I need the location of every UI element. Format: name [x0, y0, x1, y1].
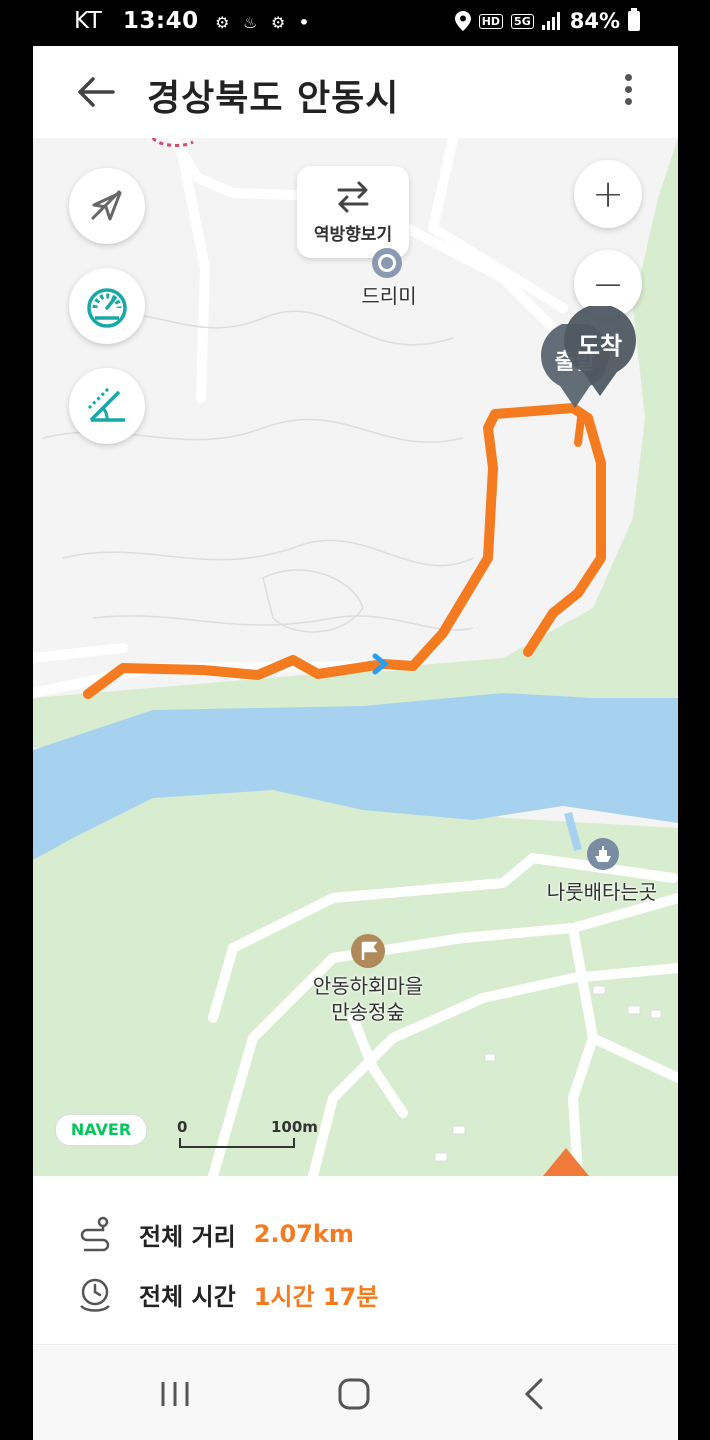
battery-level: 84%: [569, 9, 620, 33]
zoom-in-button[interactable]: +: [574, 160, 642, 228]
forest-flag-icon: [351, 934, 385, 968]
time-row: 전체 시간 1시간 17분: [75, 1274, 378, 1314]
poi-dreami-label[interactable]: 드리미: [351, 280, 427, 309]
slope-button[interactable]: [69, 368, 145, 444]
speedometer-icon: [87, 288, 127, 328]
poi-dreami-icon: [372, 248, 402, 278]
poi-ferry-label[interactable]: 나룻배타는곳: [537, 876, 667, 905]
status-right: HD 5G 84%: [454, 8, 640, 33]
poi-forest-label-line1[interactable]: 안동하회마을: [295, 970, 441, 999]
speed-gauge-button[interactable]: [69, 268, 145, 344]
time-value: 1시간 17분: [253, 1282, 379, 1311]
distance-value: 2.07km: [253, 1220, 354, 1248]
compass-off-button[interactable]: [69, 168, 145, 244]
scale-max: 100m: [271, 1118, 318, 1136]
ferry-icon: [587, 838, 619, 870]
distance-row: 전체 거리 2.07km: [75, 1214, 354, 1254]
hd-badge: HD: [478, 13, 504, 29]
system-nav-bar: [33, 1346, 678, 1440]
clock-icon: [80, 1278, 110, 1312]
scale-bar: [179, 1138, 295, 1148]
distance-label: 전체 거리: [139, 1222, 236, 1251]
page-title: 경상북도 안동시: [147, 78, 400, 119]
map-view[interactable]: 역방향보기 + − 출발 도착 드리미 나룻배타는곳: [33, 138, 678, 1176]
poi-forest-label-line2[interactable]: 만송정숲: [315, 996, 421, 1025]
app-header: 경상북도 안동시: [33, 46, 678, 139]
time-label: 전체 시간: [139, 1282, 236, 1311]
naver-logo: NAVER: [55, 1114, 147, 1146]
reverse-direction-button[interactable]: 역방향보기: [297, 166, 409, 258]
route-summary: 전체 거리 2.07km 전체 시간 1시간 17분: [33, 1176, 678, 1345]
app-screen: 경상북도 안동시 역방향보기 + − 도착 드리미 나룻배타는곳 안동하회마을 …: [33, 46, 678, 1440]
reverse-direction-label: 역방향보기: [313, 225, 393, 245]
battery-icon: [628, 8, 640, 31]
location-icon: [454, 11, 471, 31]
carrier-label: KT: [74, 8, 103, 34]
map-contours: [42, 310, 474, 633]
scale-zero: 0: [177, 1118, 188, 1136]
slope-angle-icon: [87, 386, 125, 422]
swap-arrows-icon: [337, 181, 369, 213]
home-icon[interactable]: [332, 1372, 376, 1416]
route-spur: [574, 414, 585, 447]
back-nav-icon[interactable]: [513, 1372, 557, 1416]
arrival-pin-label: 도착: [577, 332, 623, 360]
status-left: KT 13:40 ⚙ ♨ ⚙ •: [74, 8, 313, 34]
route-distance-icon: [80, 1216, 110, 1252]
more-menu-icon[interactable]: [618, 70, 638, 114]
map-scale: 0 100m: [177, 1118, 318, 1148]
network-badge: 5G: [511, 13, 534, 29]
notification-icons: ⚙ ♨ ⚙ •: [215, 13, 314, 32]
compass-off-icon: [90, 189, 122, 221]
clock: 13:40: [122, 8, 199, 34]
status-bar: KT 13:40 ⚙ ♨ ⚙ • HD 5G 84%: [0, 0, 710, 46]
arrival-pin[interactable]: 도착: [561, 306, 639, 398]
recent-apps-icon[interactable]: [153, 1372, 197, 1416]
back-arrow-icon[interactable]: [73, 72, 119, 112]
route-line: [83, 403, 606, 699]
signal-icon: [541, 12, 560, 30]
